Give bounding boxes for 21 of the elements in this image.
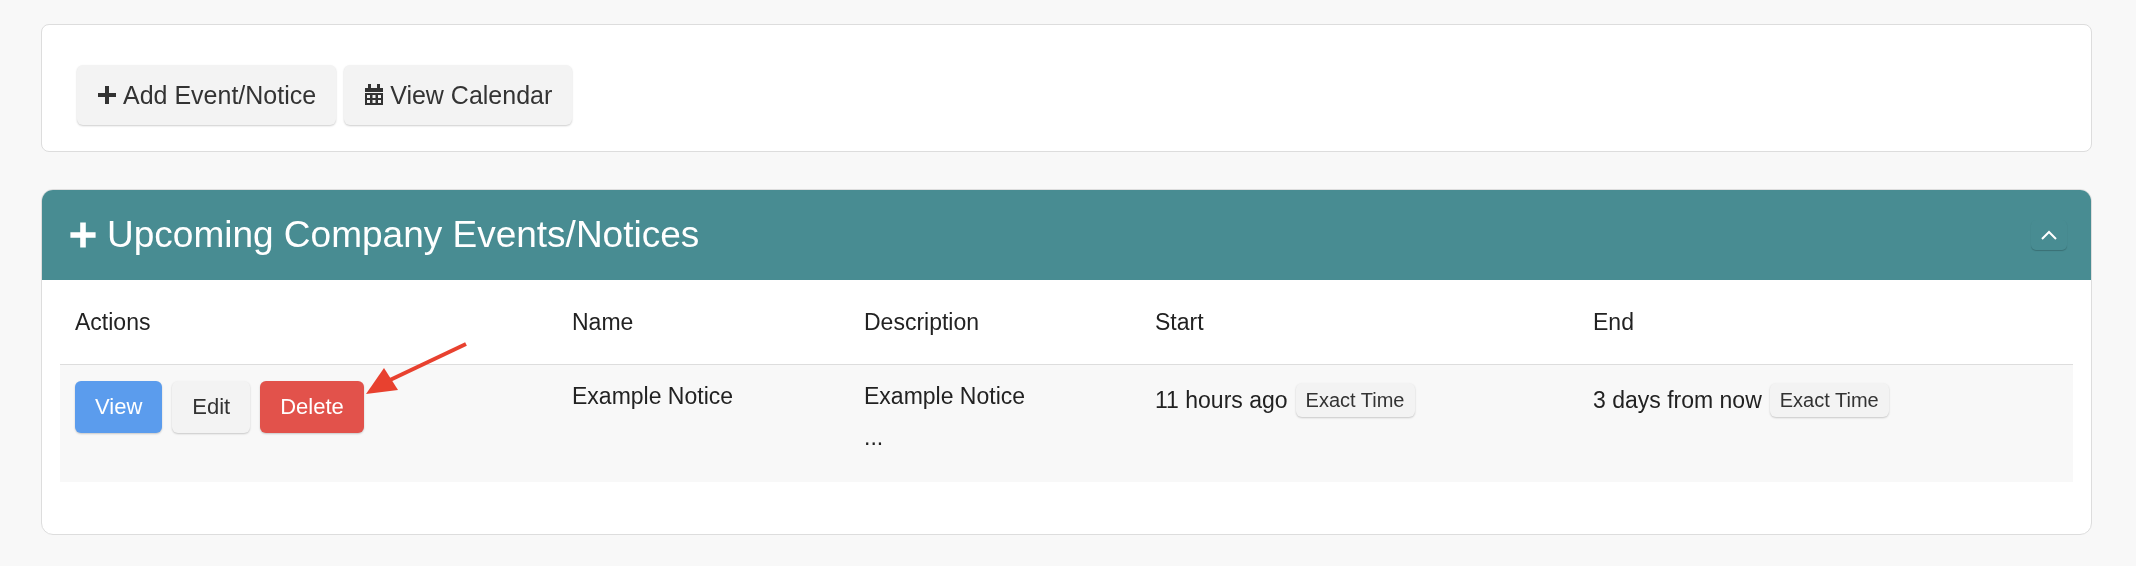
table-cell: ... [864,424,884,451]
column-header: Name [572,308,634,336]
column-header: End [1593,308,1634,336]
exact-time-button[interactable]: Exact Time [1295,383,1415,417]
chevron-icon [2040,229,2058,241]
table-cell: Example Notice [864,383,1026,410]
table-cell: Example Notice [572,383,734,410]
view-calendar-button[interactable]: View Calendar [344,65,573,125]
add-event-button[interactable]: Add Event/Notice [77,65,337,125]
calendar-icon [364,84,385,106]
column-header: Start [1155,308,1204,336]
panel-title: Upcoming Company Events/Notices [107,214,701,256]
column-header: Description [864,308,980,336]
delete-button[interactable]: Delete [260,381,364,433]
plus-icon [69,221,97,249]
table-cell: 11 hours ago [1155,386,1288,414]
column-header: Actions [75,308,151,336]
edit-button[interactable]: Edit [172,381,251,433]
exact-time-button[interactable]: Exact Time [1769,383,1889,417]
table-cell: 3 days from now [1593,386,1762,414]
plus-icon [97,85,117,105]
